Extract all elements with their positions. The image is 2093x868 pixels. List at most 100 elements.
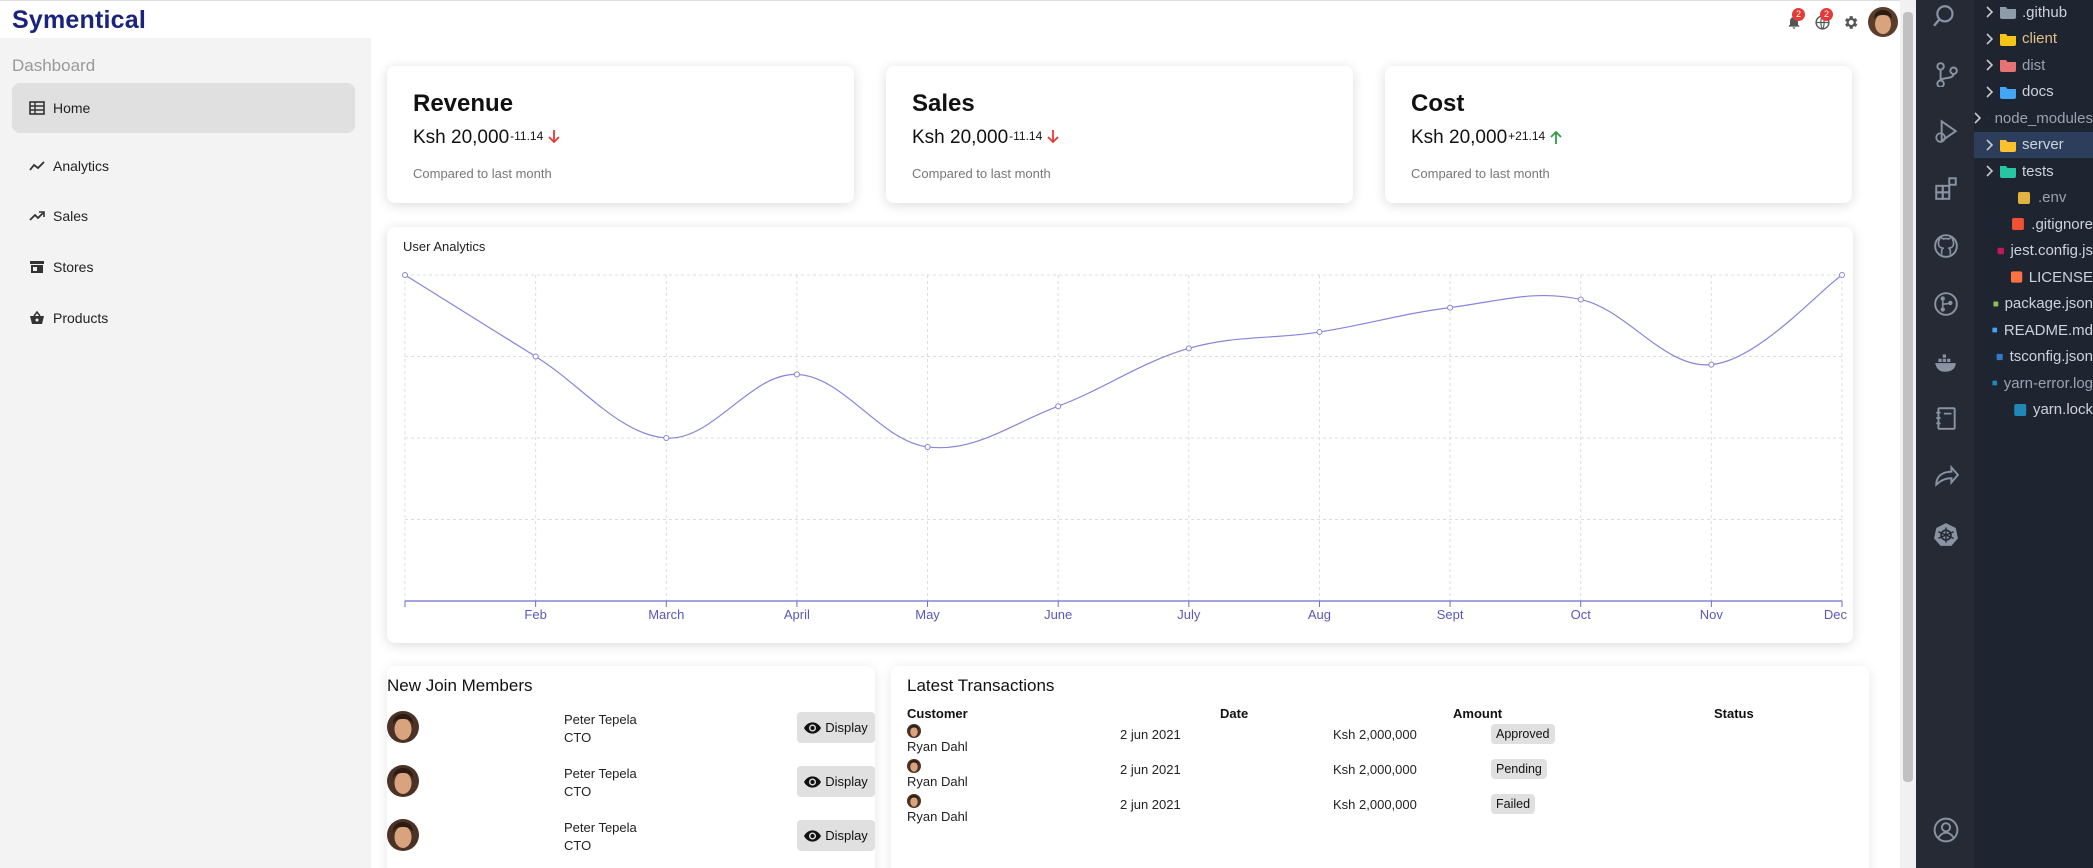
kpi-card-sales: Sales Ksh 20,000 -11.14 Compared to last… [886, 66, 1353, 203]
sidebar-item-home[interactable]: Home [12, 83, 355, 133]
x-tick-label: Aug [1308, 607, 1331, 622]
status-badge: Pending [1491, 759, 1547, 779]
notifications-button[interactable]: 2 [1780, 8, 1808, 36]
transactions-title: Latest Transactions [907, 676, 1055, 695]
explorer-file[interactable]: .env [1974, 185, 2093, 211]
folder-icon [2000, 86, 2016, 99]
sidebar-item-sales[interactable]: Sales [12, 191, 355, 241]
sidebar-item-analytics[interactable]: Analytics [12, 141, 355, 191]
member-name: Peter Tepela [564, 820, 637, 835]
run-debug-icon [1935, 119, 1958, 143]
data-point [402, 272, 408, 278]
eye-icon [804, 775, 822, 788]
display-button-label: Display [825, 828, 868, 843]
display-button[interactable]: Display [797, 712, 875, 743]
remote-activity-button[interactable] [1932, 462, 1960, 490]
file-icon [2010, 271, 2022, 283]
sidebar-item-label: Products [53, 310, 109, 326]
sidebar-item-stores[interactable]: Stores [12, 242, 355, 292]
explorer-file[interactable]: jest.config.js [1974, 238, 2093, 264]
data-point [1055, 403, 1062, 410]
explorer-label: .env [2038, 189, 2067, 206]
x-tick-label: Sept [1437, 607, 1464, 622]
extensions-activity-button[interactable] [1932, 174, 1960, 202]
avatar[interactable] [1866, 5, 1900, 39]
vscode-explorer: .github client dist docs node_modulesserver t… [1974, 0, 2093, 868]
members-title: New Join Members [387, 676, 533, 695]
series-line [404, 274, 1843, 449]
kpi-delta: -11.14 [1009, 129, 1043, 143]
explorer-folder[interactable]: server [1974, 131, 2093, 158]
explorer-folder[interactable]: client [1974, 26, 2093, 52]
run-debug-activity-button[interactable] [1932, 116, 1960, 144]
git-graph-icon [1934, 292, 1958, 316]
chevron-right-icon [1978, 165, 2000, 177]
kpi-value: Ksh 20,000 -11.14 [413, 127, 561, 149]
explorer-file[interactable]: package.json [1974, 291, 2093, 317]
file-icon [2018, 191, 2030, 204]
notebook-icon [1936, 407, 1956, 430]
scrollbar-thumb[interactable] [1903, 12, 1913, 782]
app-logo[interactable]: Symentical [12, 6, 146, 35]
display-button-label: Display [825, 774, 868, 789]
explorer-folder[interactable]: dist [1974, 52, 2093, 78]
explorer-folder[interactable]: tests [1974, 158, 2093, 184]
file-icon [1996, 353, 2004, 360]
kpi-title: Revenue [413, 90, 514, 117]
notifications-badge: 2 [1792, 8, 1805, 21]
explorer-folder[interactable]: docs [1974, 79, 2093, 105]
user-avatar-image [1868, 7, 1898, 37]
explorer-label: .github [2022, 3, 2068, 21]
explorer-file[interactable]: LICENSE [1974, 264, 2093, 290]
github-activity-button[interactable] [1932, 232, 1960, 260]
transaction-amount: Ksh 2,000,000 [1333, 762, 1417, 777]
page-scrollbar[interactable] [1900, 0, 1916, 868]
settings-button[interactable] [1836, 8, 1864, 36]
column-header-amount: Amount [1453, 706, 1503, 721]
sidebar-item-products[interactable]: Products [12, 293, 355, 343]
source-control-activity-button[interactable] [1932, 60, 1960, 88]
explorer-label: server [2022, 136, 2064, 153]
display-button[interactable]: Display [797, 766, 875, 797]
explorer-file[interactable]: README.md [1974, 317, 2093, 343]
search-activity-button[interactable] [1932, 2, 1960, 30]
explorer-label: yarn.lock [2032, 401, 2093, 418]
user-analytics-chart-card: User Analytics Feb March April May June July A… [387, 227, 1853, 643]
kpi-subtitle: Compared to last month [413, 166, 552, 181]
git-graph-activity-button[interactable] [1932, 290, 1960, 318]
customer-avatar [907, 794, 921, 808]
sidebar-item-label: Home [53, 100, 91, 116]
explorer-label: docs [2022, 83, 2054, 100]
status-badge: Failed [1491, 794, 1536, 814]
language-button[interactable]: 2 [1808, 8, 1836, 36]
transaction-date: 2 jun 2021 [1120, 727, 1181, 742]
timeline-icon [29, 161, 45, 171]
explorer-folder[interactable]: node_modules [1974, 105, 2093, 131]
folder-icon [2000, 33, 2016, 46]
vscode-window: .github client dist docs node_modulesserver t… [1916, 0, 2093, 868]
file-icon [1997, 247, 2004, 254]
data-point [1839, 272, 1845, 278]
chevron-right-icon [1978, 85, 2000, 98]
transaction-date: 2 jun 2021 [1120, 797, 1181, 812]
explorer-file[interactable]: yarn.lock [1974, 397, 2093, 423]
account-activity-button[interactable] [1932, 816, 1960, 844]
explorer-file[interactable]: .gitignore [1974, 211, 2093, 237]
basket-icon [30, 311, 44, 324]
data-point [793, 371, 800, 378]
docker-activity-button[interactable] [1932, 348, 1960, 376]
sidebar-item-label: Stores [53, 259, 94, 275]
x-tick-label: Oct [1571, 607, 1592, 622]
explorer-folder[interactable]: .github [1974, 0, 2093, 25]
new-members-card: New Join Members Peter Tepela CTO Display P… [387, 666, 875, 868]
eye-icon [804, 721, 822, 734]
transaction-amount: Ksh 2,000,000 [1333, 727, 1417, 742]
chevron-right-icon [1978, 138, 2000, 151]
explorer-file[interactable]: yarn-error.log [1974, 370, 2093, 396]
explorer-file[interactable]: tsconfig.json [1974, 344, 2093, 370]
kubernetes-activity-button[interactable] [1932, 520, 1960, 548]
notebook-activity-button[interactable] [1932, 404, 1960, 432]
display-button[interactable]: Display [797, 820, 875, 851]
gear-icon [1844, 15, 1857, 29]
kubernetes-icon [1934, 523, 1958, 546]
